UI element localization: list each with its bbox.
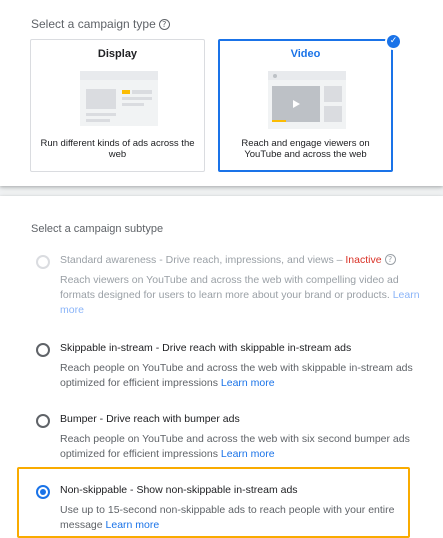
standard-awareness-description-block: Reach viewers on YouTube and across the … — [60, 273, 428, 318]
non-skippable-radio[interactable] — [36, 485, 50, 499]
video-ad-illustration-icon — [268, 71, 346, 129]
campaign-type-label: Select a campaign type — [31, 17, 156, 31]
display-card-description: Run different kinds of ads across the we… — [40, 138, 195, 160]
non-skippable-title: Non-skippable - Show non-skippable in-st… — [60, 484, 298, 496]
bumper-title: Bumper - Drive reach with bumper ads — [60, 413, 240, 425]
standard-awareness-title-row: Standard awareness - Drive reach, impres… — [60, 254, 396, 266]
skippable-in-stream-title: Skippable in-stream - Drive reach with s… — [60, 342, 352, 354]
help-icon[interactable]: ? — [158, 19, 170, 30]
campaign-type-panel: Select a campaign type? Display Run diff… — [0, 0, 443, 186]
non-skippable-description-block: Use up to 15-second non-skippable ads to… — [60, 503, 428, 533]
campaign-type-display-card[interactable]: Display Run different kinds of ads acros… — [30, 39, 205, 172]
standard-awareness-description: Reach viewers on YouTube and across the … — [60, 274, 399, 301]
skippable-in-stream-learn-more-link[interactable]: Learn more — [221, 377, 275, 389]
standard-awareness-title: Standard awareness - Drive reach, impres… — [60, 254, 346, 266]
standard-awareness-radio — [36, 255, 50, 269]
display-card-title: Display — [97, 48, 138, 60]
bumper-radio[interactable] — [36, 414, 50, 428]
campaign-type-label-row: Select a campaign type? — [31, 17, 170, 31]
skippable-in-stream-description-block: Reach people on YouTube and across the w… — [60, 361, 428, 391]
display-ad-illustration-icon — [80, 71, 158, 126]
inactive-status-label: Inactive — [345, 254, 382, 266]
campaign-subtype-label: Select a campaign subtype — [31, 223, 164, 235]
selected-check-icon: ✓ — [385, 33, 402, 50]
campaign-type-video-card[interactable]: Video Reach and engage viewers on YouTub… — [218, 39, 393, 172]
help-icon[interactable]: ? — [384, 254, 396, 265]
bumper-description-block: Reach people on YouTube and across the w… — [60, 432, 428, 462]
bumper-learn-more-link[interactable]: Learn more — [221, 448, 275, 460]
non-skippable-learn-more-link[interactable]: Learn more — [106, 519, 160, 531]
skippable-in-stream-radio[interactable] — [36, 343, 50, 357]
video-card-title: Video — [290, 48, 321, 60]
video-card-description: Reach and engage viewers on YouTube and … — [241, 138, 370, 160]
